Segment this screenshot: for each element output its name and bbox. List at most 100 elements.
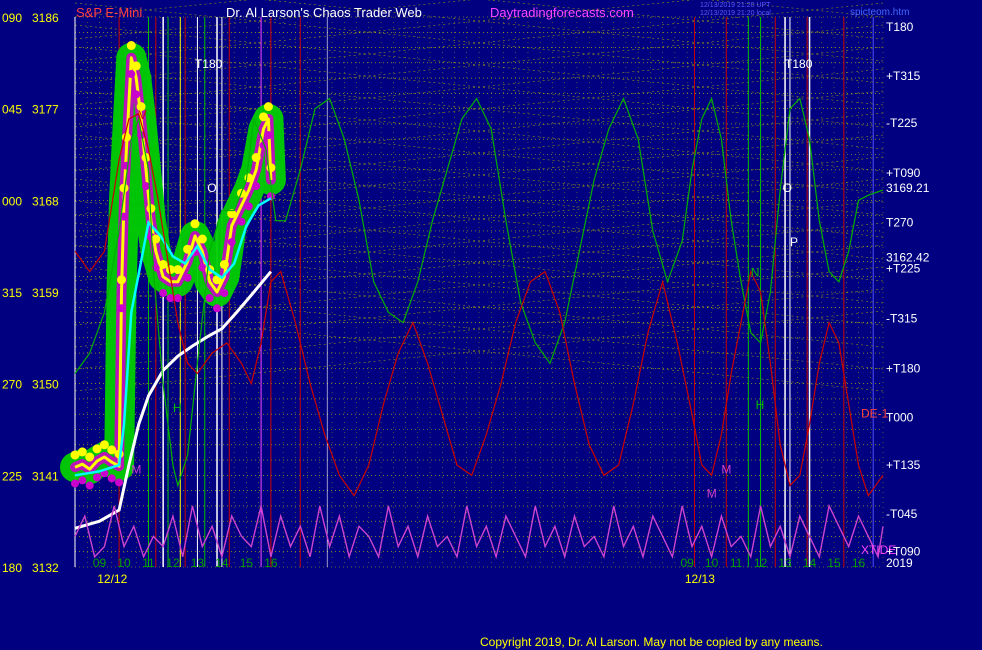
right-level-label: +T090 — [886, 166, 921, 180]
y-tick-angle: 180 — [2, 561, 22, 575]
chart-title: Dr. Al Larson's Chaos Trader Web — [226, 5, 422, 20]
price-dot-low — [71, 479, 79, 488]
x-tick-label: 10 — [117, 556, 131, 570]
price-dot-low — [227, 238, 236, 247]
right-level-label: +T180 — [886, 361, 921, 375]
y-tick-angle: 270 — [2, 378, 22, 392]
website-link[interactable]: Daytradingforecasts.com — [490, 5, 634, 20]
y-tick-label: 3141 — [32, 469, 59, 483]
price-dot-low — [213, 304, 222, 313]
y-tick-angle: 000 — [2, 194, 22, 208]
price-dot-low — [78, 476, 87, 485]
x-tick-label: 16 — [852, 556, 866, 570]
date-label: 12/12 — [97, 572, 127, 586]
right-level-label: T180 — [886, 20, 914, 34]
right-level-label: +T135 — [886, 458, 921, 472]
update-stamp-2: 12/13/2019 21:20 local — [700, 10, 771, 17]
y-tick-label: 3177 — [32, 103, 59, 117]
x-tick-label: 14 — [215, 556, 229, 570]
y-tick-angle: 045 — [2, 103, 22, 117]
price-dot — [99, 440, 109, 450]
price-dot-low — [205, 294, 214, 303]
price-dot — [259, 112, 269, 122]
chart-annotation: M — [707, 487, 717, 501]
x-tick-label: 15 — [240, 556, 254, 570]
chart-annotation: H — [173, 401, 182, 415]
right-level-label: +T225 — [886, 262, 921, 276]
price-dot — [117, 275, 127, 285]
x-tick-label: 14 — [803, 556, 817, 570]
right-level-label: T000 — [886, 410, 914, 424]
price-dot — [158, 260, 168, 269]
x-tick-label: 09 — [680, 556, 694, 570]
update-stamp-1: 12/13/2019 21:20 UPT — [700, 2, 771, 9]
price-dot — [85, 452, 95, 462]
price-dot — [251, 153, 261, 163]
x-tick-label: 12 — [754, 556, 768, 570]
right-level-label: 2019 — [886, 556, 913, 570]
price-dot — [77, 447, 87, 457]
price-dot — [263, 102, 273, 112]
chart-annotation: M — [721, 462, 731, 476]
y-tick-label: 3150 — [32, 378, 59, 392]
x-tick-label: 12 — [166, 556, 180, 570]
price-dot — [126, 41, 136, 51]
price-dot-low — [122, 161, 131, 170]
price-dot-low — [159, 289, 168, 298]
price-dot-low — [85, 481, 94, 490]
price-dot-low — [127, 70, 136, 79]
y-tick-label: 3132 — [32, 561, 59, 575]
x-tick-label: 11 — [142, 556, 155, 570]
price-dot-low — [93, 473, 102, 482]
price-dot-low — [198, 263, 207, 272]
x-tick-label: 13 — [778, 556, 792, 570]
right-level-label: 3169.21 — [886, 181, 930, 195]
price-dot — [219, 260, 229, 269]
price-dot — [197, 234, 207, 244]
price-dot-low — [107, 474, 116, 483]
price-dot-low — [173, 294, 182, 303]
price-dot-low — [252, 182, 261, 191]
right-level-label: -T225 — [886, 116, 918, 130]
price-dot-low — [117, 304, 126, 313]
right-level-label: T270 — [886, 216, 914, 230]
date-label: 12/13 — [685, 572, 715, 586]
chart-annotation: P — [790, 235, 798, 249]
chart-annotation: V — [139, 108, 147, 122]
x-tick-label: 10 — [705, 556, 719, 570]
price-dot — [173, 265, 183, 275]
y-tick-angle: 315 — [2, 286, 22, 300]
y-tick-angle: 090 — [2, 11, 22, 25]
chart-annotation: M — [131, 462, 141, 476]
x-tick-label: 11 — [730, 556, 743, 570]
y-tick-label: 3159 — [32, 286, 59, 300]
right-level-label: -T315 — [886, 311, 918, 325]
price-dot-low — [220, 289, 229, 298]
y-tick-label: 3186 — [32, 11, 59, 25]
file-name: spicteom.htm — [850, 7, 909, 18]
price-dot-low — [183, 273, 192, 282]
price-dot — [183, 244, 193, 254]
price-dot — [190, 219, 200, 229]
x-tick-label: 16 — [264, 556, 278, 570]
price-dot-low — [264, 131, 273, 140]
price-dot — [131, 61, 141, 71]
price-dot-low — [237, 217, 246, 226]
symbol-title: S&P E-Mini — [76, 5, 142, 20]
chart-annotation: T180 — [785, 57, 813, 71]
x-tick-label: 15 — [827, 556, 841, 570]
x-tick-label: 13 — [191, 556, 205, 570]
x-tick-label: 09 — [93, 556, 107, 570]
price-dot-low — [132, 90, 141, 99]
chart-annotation: O — [207, 181, 216, 195]
chart-canvas: T180 T180O OPNH HM MMVDE-1XTIDE 090 3186045 31… — [0, 0, 982, 650]
right-level-label: -T045 — [886, 507, 918, 521]
chart-annotation: T180 — [195, 57, 223, 71]
price-dot-low — [115, 478, 124, 487]
chart-annotation: H — [756, 398, 765, 412]
chart-annotation: DE-1 — [861, 406, 889, 420]
price-dot-low — [244, 202, 253, 211]
copyright-notice: Copyright 2019, Dr. Al Larson. May not b… — [480, 635, 823, 649]
chart-annotation: O — [783, 181, 792, 195]
chart-annotation: N — [751, 266, 760, 280]
